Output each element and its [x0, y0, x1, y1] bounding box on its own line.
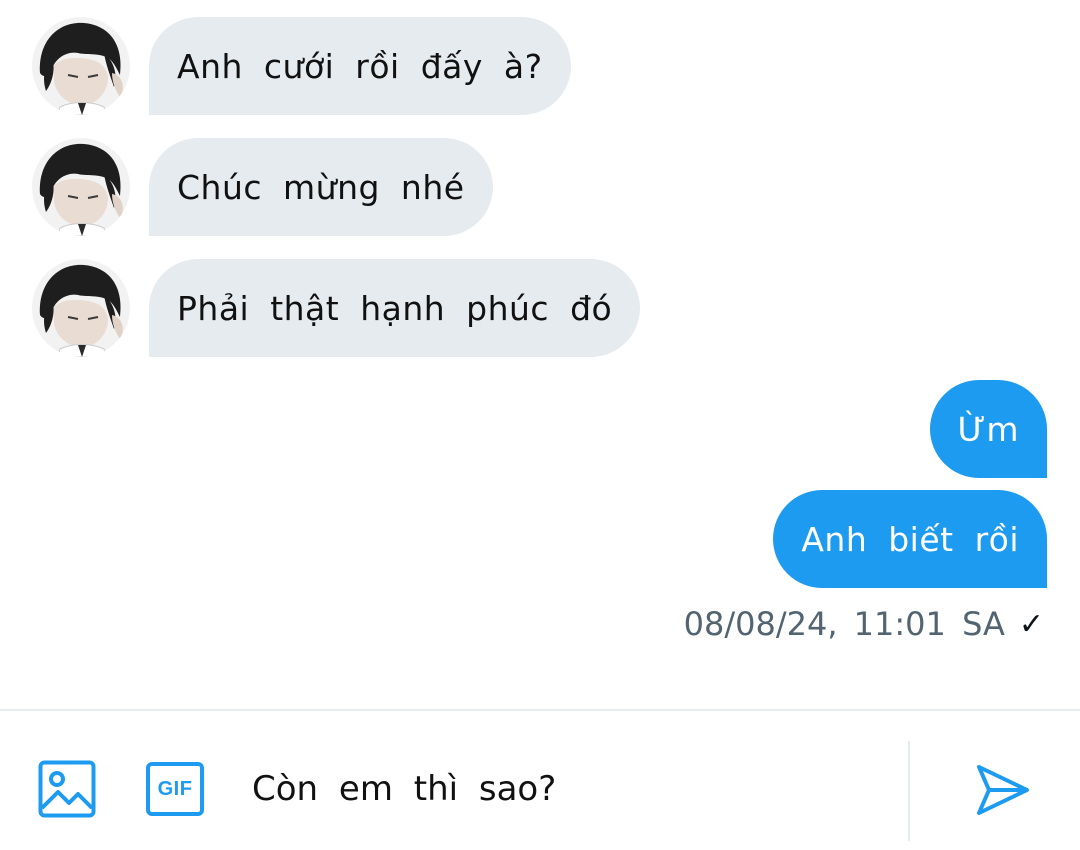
- outgoing-message-bubble[interactable]: Anh biết rồi: [773, 490, 1047, 588]
- dm-conversation-screen: Anh cưới rồi đấy à? Chúc mừng nhé Phải t…: [0, 0, 1080, 850]
- avatar[interactable]: [32, 17, 130, 115]
- send-button[interactable]: [974, 761, 1032, 819]
- outgoing-message-bubble[interactable]: Ừm: [929, 380, 1047, 478]
- message-input[interactable]: [252, 759, 872, 819]
- send-icon: [977, 765, 1029, 815]
- message-composer: GIF: [0, 711, 1080, 850]
- avatar-photo: [32, 138, 130, 236]
- message-thread[interactable]: Anh cưới rồi đấy à? Chúc mừng nhé Phải t…: [0, 0, 1080, 708]
- incoming-message-row: Chúc mừng nhé: [32, 137, 493, 237]
- avatar[interactable]: [32, 259, 130, 357]
- message-timestamp: 08/08/24, 11:01 SA: [683, 605, 1005, 643]
- avatar-photo: [32, 259, 130, 357]
- send-divider: [908, 741, 910, 841]
- incoming-message-row: Anh cưới rồi đấy à?: [32, 16, 571, 116]
- add-image-button[interactable]: [38, 760, 96, 818]
- avatar[interactable]: [32, 138, 130, 236]
- incoming-message-bubble[interactable]: Phải thật hạnh phúc đó: [149, 259, 641, 357]
- message-timestamp-row: 08/08/24, 11:01 SA ✓: [684, 602, 1044, 646]
- incoming-message-row: Phải thật hạnh phúc đó: [32, 258, 641, 358]
- gif-label: GIF: [157, 777, 193, 800]
- incoming-message-bubble[interactable]: Anh cưới rồi đấy à?: [149, 17, 571, 115]
- checkmark-icon: ✓: [1018, 606, 1044, 642]
- incoming-message-bubble[interactable]: Chúc mừng nhé: [149, 138, 493, 236]
- avatar-photo: [32, 17, 130, 115]
- image-icon: [38, 760, 96, 818]
- add-gif-button[interactable]: GIF: [146, 762, 204, 816]
